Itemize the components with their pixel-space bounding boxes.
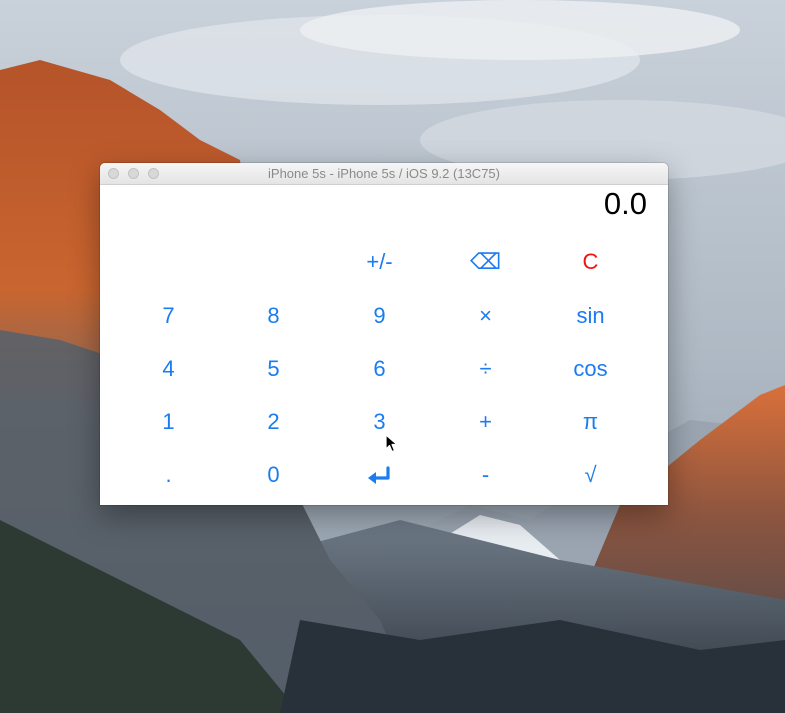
multiply-button[interactable]: × bbox=[433, 289, 538, 342]
pi-button[interactable]: π bbox=[538, 395, 643, 448]
enter-button[interactable] bbox=[327, 448, 432, 501]
digit-7-button[interactable]: 7 bbox=[116, 289, 221, 342]
sign-toggle-button[interactable]: +/- bbox=[327, 235, 432, 288]
desktop: iPhone 5s - iPhone 5s / iOS 9.2 (13C75) … bbox=[0, 0, 785, 713]
digit-2-button[interactable]: 2 bbox=[221, 395, 326, 448]
minus-button[interactable]: - bbox=[433, 448, 538, 501]
digit-8-button[interactable]: 8 bbox=[221, 289, 326, 342]
backspace-button[interactable]: ⌫ bbox=[433, 235, 538, 288]
divide-button[interactable]: ÷ bbox=[433, 342, 538, 395]
digit-6-button[interactable]: 6 bbox=[327, 342, 432, 395]
digit-3-button[interactable]: 3 bbox=[327, 395, 432, 448]
sin-button[interactable]: sin bbox=[538, 289, 643, 342]
sqrt-button[interactable]: √ bbox=[538, 448, 643, 501]
digit-0-button[interactable]: 0 bbox=[221, 448, 326, 501]
digit-4-button[interactable]: 4 bbox=[116, 342, 221, 395]
enter-icon bbox=[367, 466, 390, 485]
simulator-window: iPhone 5s - iPhone 5s / iOS 9.2 (13C75) … bbox=[100, 163, 668, 505]
digit-5-button[interactable]: 5 bbox=[221, 342, 326, 395]
window-title: iPhone 5s - iPhone 5s / iOS 9.2 (13C75) bbox=[268, 166, 500, 181]
plus-button[interactable]: + bbox=[433, 395, 538, 448]
decimal-button[interactable]: . bbox=[116, 448, 221, 501]
title-bar[interactable]: iPhone 5s - iPhone 5s / iOS 9.2 (13C75) bbox=[100, 163, 668, 185]
digit-1-button[interactable]: 1 bbox=[116, 395, 221, 448]
mouse-cursor-icon bbox=[385, 434, 398, 453]
digit-9-button[interactable]: 9 bbox=[327, 289, 432, 342]
cos-button[interactable]: cos bbox=[538, 342, 643, 395]
calculator-display: 0.0 bbox=[603, 186, 647, 221]
clear-button[interactable]: C bbox=[538, 235, 643, 288]
